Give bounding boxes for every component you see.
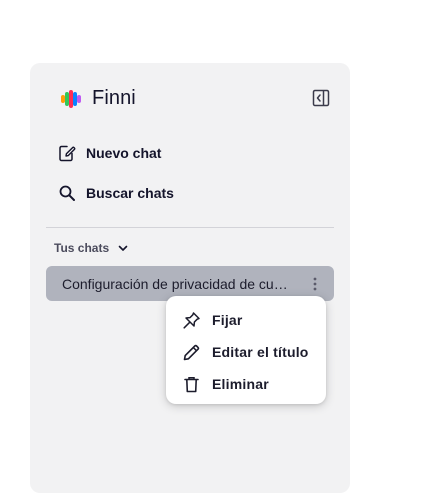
section-label: Tus chats — [54, 241, 110, 255]
search-chats-button[interactable]: Buscar chats — [58, 180, 174, 206]
menu-item-delete[interactable]: Eliminar — [166, 368, 326, 400]
sidebar: Finni Nuevo chat Buscar chats Tus chats … — [30, 63, 350, 493]
menu-label-delete: Eliminar — [212, 376, 269, 392]
menu-label-pin: Fijar — [212, 312, 243, 328]
finni-logo-icon — [61, 89, 81, 108]
search-chats-label: Buscar chats — [86, 185, 174, 201]
brand[interactable]: Finni — [60, 87, 136, 110]
search-icon — [59, 185, 75, 201]
chat-context-menu: Fijar Editar el título Eliminar — [166, 296, 326, 404]
new-chat-label: Nuevo chat — [86, 145, 162, 161]
chevron-down-icon — [118, 245, 128, 251]
brand-name: Finni — [92, 87, 136, 109]
more-options-icon[interactable] — [310, 276, 320, 292]
menu-label-edit-title: Editar el título — [212, 344, 309, 360]
trash-icon — [184, 376, 199, 392]
pencil-icon — [183, 344, 200, 360]
your-chats-toggle[interactable]: Tus chats — [54, 241, 129, 255]
pin-icon — [183, 311, 200, 329]
menu-item-pin[interactable]: Fijar — [166, 304, 326, 336]
new-chat-icon — [59, 145, 76, 162]
new-chat-button[interactable]: Nuevo chat — [58, 140, 161, 166]
divider — [46, 227, 334, 228]
chat-title: Configuración de privacidad de cuenta — [62, 275, 292, 292]
sidebar-collapse-icon[interactable] — [312, 89, 330, 107]
menu-item-edit-title[interactable]: Editar el título — [166, 336, 326, 368]
